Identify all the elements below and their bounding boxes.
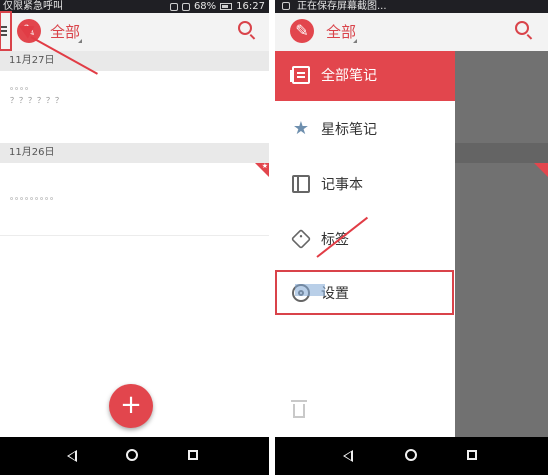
note-preview: ？？？？？？: [10, 96, 64, 105]
drawer-item-label: 记事本: [321, 177, 363, 193]
navigation-drawer: 全部笔记 ★ 星标笔记 记事本 标签 设置: [275, 51, 455, 437]
notes-icon: [290, 66, 310, 84]
navigation-bar: [275, 437, 548, 475]
status-bar: 正在保存屏幕截图...: [275, 0, 548, 13]
note-list-item[interactable]: 。。。。 ？？？？？？: [0, 71, 269, 144]
drawer-scrim[interactable]: [455, 51, 548, 437]
tag-icon: [290, 228, 312, 250]
menu-highlight-box: [0, 11, 12, 51]
folder-title[interactable]: 全部: [50, 22, 80, 42]
trash-icon[interactable]: [291, 400, 307, 418]
folder-title[interactable]: 全部: [326, 22, 356, 42]
drawer-item-notebook[interactable]: 记事本: [275, 160, 455, 210]
star-icon: ★: [261, 162, 268, 170]
screenshot-icon: [282, 2, 290, 10]
carrier-text: 仅限紧急呼叫: [3, 1, 63, 12]
app-bar: ✎ 全部: [0, 13, 269, 52]
date-header: 11月26日: [0, 143, 269, 163]
screenshot-saving-text: 正在保存屏幕截图...: [297, 1, 387, 12]
add-note-button[interactable]: +: [109, 384, 153, 428]
drawer-item-tags[interactable]: 标签: [275, 215, 455, 265]
right-phone-screen: 正在保存屏幕截图... ✎ 全部 全部笔记 ★ 星标笔记 记事本 标签 设置: [275, 0, 548, 475]
chevron-down-icon[interactable]: [78, 39, 82, 43]
dimmed-date-header: [455, 143, 548, 163]
left-phone-screen: 仅限紧急呼叫 68% 16:27 ✎ 全部 11月27日 。。。。 ？？？？？？…: [0, 0, 269, 475]
settings-highlight-box: [275, 270, 454, 315]
recent-apps-icon[interactable]: [467, 450, 477, 460]
drawer-item-all-notes[interactable]: 全部笔记: [275, 51, 455, 101]
notebook-icon: [292, 175, 310, 193]
note-title: 。。。。: [10, 82, 34, 91]
back-icon[interactable]: [67, 450, 77, 462]
home-icon[interactable]: [405, 449, 417, 461]
battery-percent: 68%: [193, 1, 217, 12]
app-bar: ✎ 全部: [275, 13, 548, 52]
date-header: 11月27日: [0, 51, 269, 71]
chevron-down-icon[interactable]: [353, 39, 357, 43]
wifi-icon: [181, 2, 190, 11]
status-bar: 仅限紧急呼叫 68% 16:27: [0, 0, 269, 13]
recent-apps-icon[interactable]: [188, 450, 198, 460]
note-list-item[interactable]: 。。。。。。。。。 ★: [0, 162, 269, 236]
search-icon[interactable]: [238, 21, 252, 35]
drawer-item-starred[interactable]: ★ 星标笔记: [275, 105, 455, 155]
home-icon[interactable]: [126, 449, 138, 461]
drawer-item-label: 全部笔记: [321, 68, 377, 84]
note-logo-icon: ✎: [290, 19, 314, 43]
navigation-bar: [0, 437, 269, 475]
star-icon: ★: [292, 118, 310, 139]
drawer-item-label: 星标笔记: [321, 122, 377, 138]
back-icon[interactable]: [343, 450, 353, 462]
starred-badge: [534, 163, 548, 177]
search-icon[interactable]: [515, 21, 529, 35]
battery-icon: [220, 3, 233, 10]
note-title: 。。。。。。。。。: [10, 192, 59, 201]
alarm-icon: [169, 2, 178, 11]
clock-time: 16:27: [236, 1, 265, 12]
